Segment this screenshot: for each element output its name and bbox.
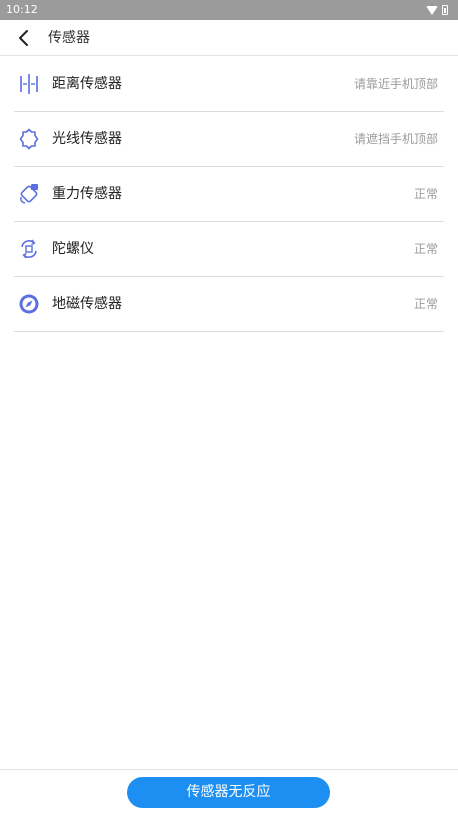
sensor-label: 重力传感器	[52, 186, 122, 202]
sensor-page: 10:12 传感器 距离传感器 请靠近手机顶部 光线传感器 请遮挡手机顶部 重力…	[0, 0, 458, 815]
list-item-light-sensor[interactable]: 光线传感器 请遮挡手机顶部	[14, 112, 444, 167]
wifi-icon	[426, 5, 438, 15]
list-item-gravity-sensor[interactable]: 重力传感器 正常	[14, 167, 444, 222]
sensor-status: 请遮挡手机顶部	[353, 132, 438, 146]
battery-icon	[442, 5, 448, 15]
sensor-list: 距离传感器 请靠近手机顶部 光线传感器 请遮挡手机顶部 重力传感器 正常 陀螺仪…	[14, 57, 444, 332]
status-time: 10:12	[6, 3, 38, 16]
compass-icon	[18, 293, 40, 315]
chevron-left-icon	[19, 30, 28, 46]
header: 传感器	[0, 20, 458, 56]
list-item-magnetic-sensor[interactable]: 地磁传感器 正常	[14, 277, 444, 332]
status-bar: 10:12	[0, 0, 458, 20]
gyroscope-icon	[18, 238, 40, 260]
page-title: 传感器	[48, 30, 90, 46]
light-icon	[18, 128, 40, 150]
sensor-status: 请靠近手机顶部	[353, 77, 438, 91]
sensor-status: 正常	[413, 242, 438, 256]
sensor-label: 陀螺仪	[52, 241, 94, 257]
list-item-proximity-sensor[interactable]: 距离传感器 请靠近手机顶部	[14, 57, 444, 112]
sensor-label: 地磁传感器	[52, 296, 122, 312]
back-button[interactable]	[14, 28, 34, 48]
bottom-bar: 传感器无反应	[0, 769, 458, 815]
status-icons	[426, 4, 448, 16]
sensor-status: 正常	[413, 187, 438, 201]
sensor-label: 距离传感器	[52, 76, 122, 92]
list-item-gyroscope[interactable]: 陀螺仪 正常	[14, 222, 444, 277]
sensor-no-response-button[interactable]: 传感器无反应	[127, 777, 330, 808]
sensor-status: 正常	[413, 297, 438, 311]
gravity-icon	[18, 183, 40, 205]
sensor-label: 光线传感器	[52, 131, 122, 147]
proximity-icon	[18, 73, 40, 95]
